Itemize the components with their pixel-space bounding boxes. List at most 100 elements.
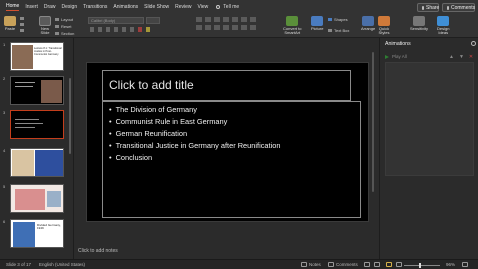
slide-thumbnail-5[interactable] [10, 184, 64, 213]
share-button[interactable]: Share [417, 3, 439, 12]
language-indicator[interactable]: English (United States) [39, 262, 85, 267]
play-all-button[interactable]: Play All [385, 54, 407, 59]
tab-transitions[interactable]: Transitions [83, 4, 107, 10]
font-size-dropdown[interactable] [146, 17, 160, 24]
sensitivity-button[interactable]: Sensitivity [410, 16, 428, 31]
font-name-dropdown[interactable]: Calibri (Body) [88, 17, 144, 24]
more-icon[interactable] [250, 25, 256, 30]
align-right-icon[interactable] [214, 25, 220, 30]
picture-button[interactable]: Picture [311, 16, 323, 31]
reading-view-icon[interactable] [386, 262, 392, 267]
comments-label: Comments [451, 4, 476, 11]
comments-button[interactable]: Comments [442, 3, 475, 12]
shapes-button[interactable]: Shapes [328, 17, 348, 22]
subscript-icon[interactable] [130, 27, 134, 32]
pane-options-icon[interactable] [471, 41, 476, 46]
comments-icon[interactable] [328, 262, 334, 267]
highlight-icon[interactable] [146, 27, 150, 32]
ribbon-tabs: Home Insert Draw Design Transitions Anim… [0, 0, 478, 14]
arrange-button[interactable]: Arrange [361, 16, 375, 31]
quick-styles-button[interactable]: Quick Styles [378, 16, 390, 35]
paste-button[interactable]: Paste [4, 16, 16, 31]
cut-button[interactable] [20, 17, 26, 20]
slide-thumbnail-3-selected[interactable] [10, 110, 64, 139]
paste-label: Paste [4, 26, 16, 31]
thumb-number: 5 [3, 184, 6, 189]
animation-list[interactable] [385, 62, 474, 176]
slideshow-icon[interactable] [396, 262, 402, 267]
thumb-document [12, 150, 34, 176]
section-icon [55, 32, 59, 35]
bullet-item: • The Division of Germany [109, 105, 197, 114]
superscript-icon[interactable] [122, 27, 126, 32]
smartart-convert-icon [286, 16, 299, 26]
title-placeholder[interactable]: Click to add title [102, 70, 351, 101]
numbering-icon[interactable] [205, 17, 211, 22]
tab-animations[interactable]: Animations [113, 4, 138, 10]
comments-toggle[interactable]: Comments [336, 262, 358, 267]
section-button[interactable]: Section [55, 31, 74, 36]
new-slide-button[interactable]: New Slide [39, 16, 51, 35]
increase-indent-icon[interactable] [223, 17, 229, 22]
lightbulb-icon [216, 5, 221, 9]
copy-button[interactable] [20, 23, 26, 26]
notes-toggle[interactable]: Notes [309, 262, 321, 267]
thumb-line [15, 82, 35, 83]
italic-icon[interactable] [98, 27, 102, 32]
notes-placeholder[interactable]: Click to add notes [78, 248, 118, 254]
clipboard-icon [4, 16, 16, 26]
text-box-button[interactable]: Text Box [328, 28, 349, 33]
align-center-icon[interactable] [205, 25, 211, 30]
slide-thumbnail-1[interactable]: Lecture 8.1: Transitional Justice in Pos… [10, 42, 64, 71]
share-icon [422, 5, 424, 10]
columns-icon[interactable] [241, 17, 247, 22]
fit-to-window-icon[interactable] [462, 262, 468, 267]
align-text-icon[interactable] [232, 25, 238, 30]
normal-view-icon[interactable] [364, 262, 370, 267]
slide-thumbnail-2[interactable] [10, 76, 64, 105]
text-direction-icon[interactable] [250, 17, 256, 22]
tab-draw[interactable]: Draw [44, 4, 56, 10]
layout-icon [55, 18, 59, 21]
tab-review[interactable]: Review [175, 4, 191, 10]
slide-counter: Slide 3 of 17 [6, 262, 32, 267]
decrease-indent-icon[interactable] [214, 17, 220, 22]
line-spacing-icon[interactable] [232, 17, 238, 22]
layout-button[interactable]: Layout [55, 17, 73, 22]
move-up-icon[interactable]: ▲ [449, 54, 454, 60]
underline-icon[interactable] [106, 27, 110, 32]
notes-icon[interactable] [301, 262, 307, 267]
thumb-line [15, 127, 35, 128]
strikethrough-icon[interactable] [114, 27, 118, 32]
slide-thumbnail-4[interactable] [10, 148, 64, 177]
zoom-level[interactable]: 96% [446, 262, 455, 267]
font-color-icon[interactable] [138, 27, 142, 32]
tab-home[interactable]: Home [6, 3, 20, 11]
align-left-icon[interactable] [196, 25, 202, 30]
content-placeholder[interactable]: • The Division of Germany • Communist Rule… [102, 101, 361, 218]
tab-view[interactable]: View [198, 4, 209, 10]
slide-scrollbar[interactable] [372, 52, 374, 192]
thumb-line [15, 86, 33, 87]
tab-slide-show[interactable]: Slide Show [144, 4, 169, 10]
smartart-icon[interactable] [241, 25, 247, 30]
tell-me-search[interactable]: Tell me [216, 4, 239, 10]
convert-smartart-button[interactable]: Convert to SmartArt [283, 16, 301, 35]
slide-thumbnail-6[interactable]: Divided Germany, 1949 [10, 219, 64, 248]
slide-thumbnail-pane: 1 Lecture 8.1: Transitional Justice in P… [0, 38, 74, 259]
bullets-icon[interactable] [196, 17, 202, 22]
tab-design[interactable]: Design [62, 4, 78, 10]
new-slide-label: New Slide [40, 26, 50, 35]
format-painter-button[interactable] [20, 29, 26, 32]
tab-insert[interactable]: Insert [25, 4, 38, 10]
thumbnail-scrollbar[interactable] [69, 78, 71, 154]
zoom-slider-handle[interactable] [419, 263, 421, 268]
slide-sorter-icon[interactable] [374, 262, 380, 267]
justify-icon[interactable] [223, 25, 229, 30]
design-ideas-button[interactable]: Design Ideas [437, 16, 449, 35]
reset-button[interactable]: Reset [55, 24, 71, 29]
move-down-icon[interactable]: ▼ [459, 54, 464, 60]
bold-icon[interactable] [90, 27, 94, 32]
zoom-slider[interactable] [404, 265, 440, 266]
delete-icon[interactable]: ✕ [469, 54, 473, 60]
